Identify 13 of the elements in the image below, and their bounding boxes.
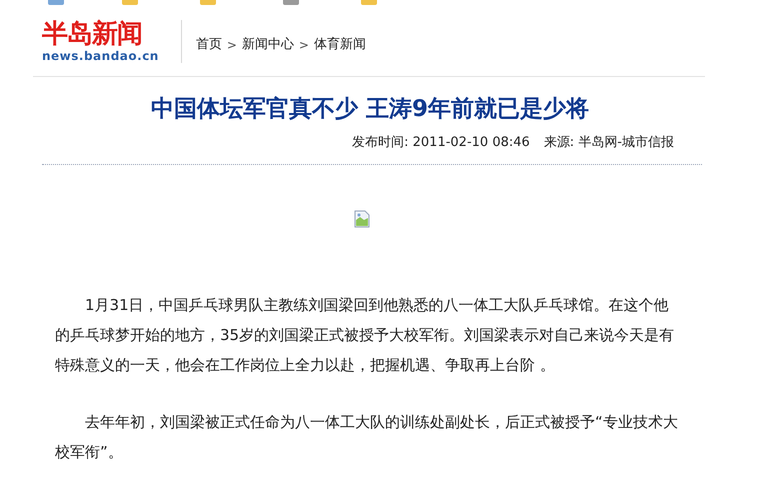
site-logo[interactable]: 半岛新闻 (42, 19, 142, 49)
breadcrumb-link[interactable]: 首页 (196, 35, 222, 55)
article-paragraph: 去年年初，刘国梁被正式任命为八一体工大队的训练处副处长，后正式被授予“专业技术大校军衔”。 (55, 412, 679, 462)
breadcrumb-link[interactable]: 新闻中心 (242, 35, 294, 55)
site-domain: news.bandao.cn (42, 49, 159, 63)
breadcrumb-separator: > (226, 37, 237, 54)
breadcrumb-link[interactable]: 体育新闻 (314, 35, 366, 55)
publish-time: 发布时间: 2011-02-10 08:46 (352, 134, 530, 152)
article-source: 来源: 半岛网-城市信报 (544, 134, 674, 152)
article-paragraph: 1月31日，中国乒乓球男队主教练刘国梁回到他熟悉的八一体工大队乒乓球馆。在这个他的乒乓球梦开始的地方，35岁的刘国梁正式被授予大校军衔。刘国梁表示对自己来说今天是有特殊意义的一天，他会在工作岗位上全力以赴，把握机遇、争取再上台阶 。 (55, 294, 676, 376)
breadcrumb-separator: > (298, 37, 309, 54)
broken-image-icon (354, 210, 370, 228)
article-title: 中国体坛军官真不少 王涛9年前就已是少将 (150, 95, 590, 124)
